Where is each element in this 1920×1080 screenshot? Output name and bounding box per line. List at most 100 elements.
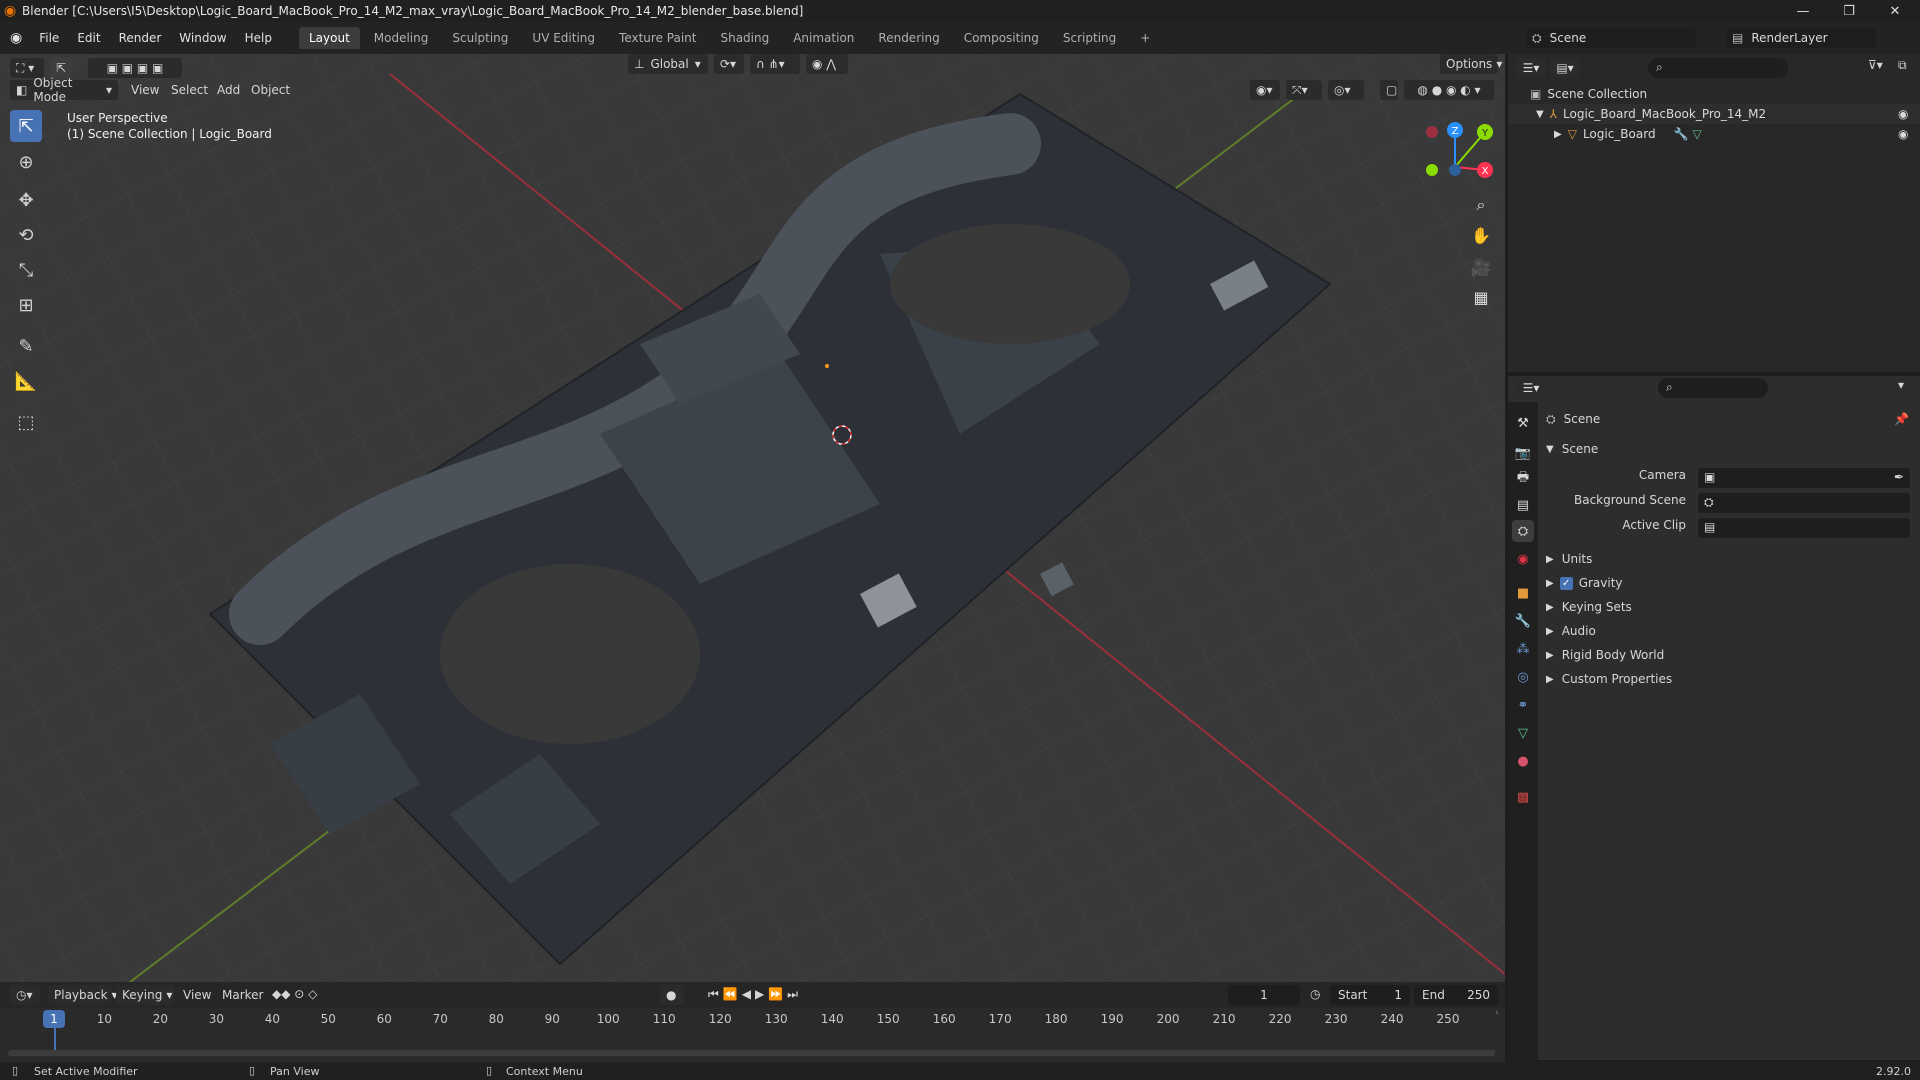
keying-menu[interactable]: Keying ▾ <box>116 985 174 1005</box>
xray-toggle-button[interactable]: ▢ <box>1380 80 1398 100</box>
outliner-row-scene-collection[interactable]: ▣ Scene Collection <box>1508 84 1920 104</box>
tab-object[interactable]: ■ <box>1512 582 1534 604</box>
scene-section-header[interactable]: ▼ Scene <box>1540 438 1912 460</box>
measure-tool[interactable]: 📐 <box>10 365 42 397</box>
pan-button[interactable]: ✋ <box>1468 222 1494 248</box>
minimize-button[interactable]: — <box>1780 0 1826 22</box>
3d-viewport[interactable]: ⛶ ▾ ⇱ ▣ ▣ ▣ ▣ ⊥ Global ▾ ⟳▾ ∩ ⋔▾ ◉ ⋀ Optio… <box>0 54 1505 982</box>
panel-units[interactable]: ▶ Units <box>1540 548 1912 570</box>
preview-range-icon[interactable]: ◷ <box>1310 987 1320 1001</box>
maximize-button[interactable]: ❐ <box>1826 0 1872 22</box>
filter-button[interactable]: ⊽▾ <box>1868 58 1892 78</box>
auto-key-button[interactable]: ● <box>660 985 684 1005</box>
outliner-row-collection[interactable]: ▼ ⅄ Logic_Board_MacBook_Pro_14_M2 ◉ <box>1508 104 1920 124</box>
tab-render[interactable]: 📷 <box>1512 442 1534 464</box>
camera-field[interactable]: ▣ ✒ <box>1698 468 1910 488</box>
transform-orientation-dropdown[interactable]: ⊥ Global ▾ <box>628 54 708 74</box>
proportional-editing-button[interactable]: ◉ ⋀ <box>806 54 848 74</box>
visibility-button[interactable]: ◉▾ <box>1250 80 1280 100</box>
eye-icon[interactable]: ◉ <box>1898 127 1908 141</box>
playback-controls[interactable]: ⏮⏪◀▶⏩⏭ <box>708 987 802 1002</box>
select-mode-button[interactable]: ⇱ <box>50 58 72 78</box>
timeline-menu-marker[interactable]: Marker <box>222 988 263 1002</box>
new-collection-button[interactable]: ⧉ <box>1898 58 1918 78</box>
overlay-toggle-button[interactable]: ◎▾ <box>1328 80 1364 100</box>
display-mode-button[interactable]: ▤▾ <box>1550 58 1580 78</box>
tab-view-layer[interactable]: ▤ <box>1512 494 1534 516</box>
background-scene-field[interactable]: ⛭ <box>1698 493 1910 513</box>
tab-data[interactable]: ▽ <box>1512 722 1534 744</box>
add-workspace-button[interactable]: + <box>1130 27 1160 49</box>
select-box-tool[interactable]: ⇱ <box>10 110 42 142</box>
menu-file[interactable]: File <box>30 31 68 45</box>
timeline-editor-type[interactable]: ◷▾ <box>10 985 40 1005</box>
panel-keying-sets[interactable]: ▶ Keying Sets <box>1540 596 1912 618</box>
timeline-collapse-arrow[interactable]: ‹ <box>1495 1008 1505 1062</box>
properties-options[interactable]: ▾ <box>1898 378 1916 398</box>
tab-output[interactable]: 🖶 <box>1512 468 1534 490</box>
tab-material[interactable]: ● <box>1512 750 1534 772</box>
selection-mode-toggles[interactable]: ▣ ▣ ▣ ▣ <box>88 58 182 78</box>
tab-shading[interactable]: Shading <box>710 27 779 49</box>
playback-menu[interactable]: Playback ▾ <box>48 985 118 1005</box>
active-clip-field[interactable]: ▤ <box>1698 518 1910 538</box>
playhead-frame[interactable]: 1 <box>43 1010 65 1028</box>
viewport-menu-add[interactable]: Add <box>217 83 240 97</box>
blender-menu-icon[interactable]: ◉ <box>10 30 22 46</box>
scene-selector[interactable]: ⛭ Scene <box>1526 28 1696 48</box>
tab-texture-paint[interactable]: Texture Paint <box>609 27 706 49</box>
scale-tool[interactable]: ⤡ <box>10 254 42 286</box>
outliner-search-input[interactable]: ⌕ <box>1648 58 1788 78</box>
shading-mode-buttons[interactable]: ◍ ● ◉ ◐ ▾ <box>1404 80 1494 100</box>
object-mode-dropdown[interactable]: ◧ Object Mode ▾ <box>10 76 118 104</box>
cursor-tool[interactable]: ⊕ <box>10 146 42 178</box>
transform-tool[interactable]: ⊞ <box>10 289 42 321</box>
close-button[interactable]: ✕ <box>1872 0 1918 22</box>
mesh-data-icon[interactable]: ▽ <box>1693 127 1702 141</box>
tab-tool[interactable]: ⚒ <box>1512 412 1534 434</box>
editor-type-button[interactable]: ⛶ ▾ <box>10 58 44 78</box>
current-frame-field[interactable]: 1 <box>1228 985 1300 1005</box>
gravity-checkbox[interactable]: ✓ <box>1559 576 1573 590</box>
end-frame-field[interactable]: End 250 <box>1414 985 1498 1005</box>
timeline-menu-view[interactable]: View <box>183 988 211 1002</box>
outliner-row-logic-board[interactable]: ▶ ▽ Logic_Board 🔧 ▽ ◉ <box>1508 124 1920 144</box>
options-button[interactable]: Options ▾ <box>1440 54 1502 74</box>
viewport-menu-select[interactable]: Select <box>171 83 208 97</box>
properties-search-input[interactable]: ⌕ <box>1658 378 1768 398</box>
tab-uv-editing[interactable]: UV Editing <box>522 27 605 49</box>
eye-icon[interactable]: ◉ <box>1898 107 1908 121</box>
keyframe-icon[interactable]: ◆◆ ⊙ ◇ <box>272 987 317 1001</box>
panel-gravity[interactable]: ▶ ✓ Gravity <box>1540 572 1912 594</box>
tab-animation[interactable]: Animation <box>783 27 864 49</box>
tab-modifiers[interactable]: 🔧 <box>1512 610 1534 632</box>
properties-editor-type[interactable]: ☰▾ <box>1516 378 1546 398</box>
menu-render[interactable]: Render <box>110 31 171 45</box>
tab-constraints[interactable]: ⚭ <box>1512 694 1534 716</box>
rotate-tool[interactable]: ⟲ <box>10 219 42 251</box>
pin-icon[interactable]: 📌 <box>1894 412 1909 426</box>
tab-compositing[interactable]: Compositing <box>954 27 1049 49</box>
viewport-menu-view[interactable]: View <box>131 83 159 97</box>
add-cube-tool[interactable]: ⬚ <box>10 406 42 438</box>
tab-physics[interactable]: ◎ <box>1512 666 1534 688</box>
modifier-wrench-icon[interactable]: 🔧 <box>1674 127 1689 141</box>
tab-texture[interactable]: ▩ <box>1512 786 1534 808</box>
tab-rendering[interactable]: Rendering <box>868 27 949 49</box>
tab-particles[interactable]: ⁂ <box>1512 638 1534 660</box>
start-frame-field[interactable]: Start 1 <box>1330 985 1410 1005</box>
tab-world[interactable]: ◉ <box>1512 548 1534 570</box>
menu-window[interactable]: Window <box>170 31 235 45</box>
menu-edit[interactable]: Edit <box>68 31 109 45</box>
panel-custom-properties[interactable]: ▶ Custom Properties <box>1540 668 1912 690</box>
camera-view-button[interactable]: 🎥 <box>1468 254 1494 280</box>
menu-help[interactable]: Help <box>236 31 281 45</box>
tab-layout[interactable]: Layout <box>298 27 360 49</box>
timeline-scrollbar[interactable] <box>8 1050 1496 1056</box>
ortho-toggle-button[interactable]: ▦ <box>1468 284 1494 310</box>
tab-scripting[interactable]: Scripting <box>1053 27 1126 49</box>
tab-sculpting[interactable]: Sculpting <box>442 27 518 49</box>
annotate-tool[interactable]: ✎ <box>10 330 42 362</box>
panel-rigid-body-world[interactable]: ▶ Rigid Body World <box>1540 644 1912 666</box>
viewport-menu-object[interactable]: Object <box>251 83 290 97</box>
